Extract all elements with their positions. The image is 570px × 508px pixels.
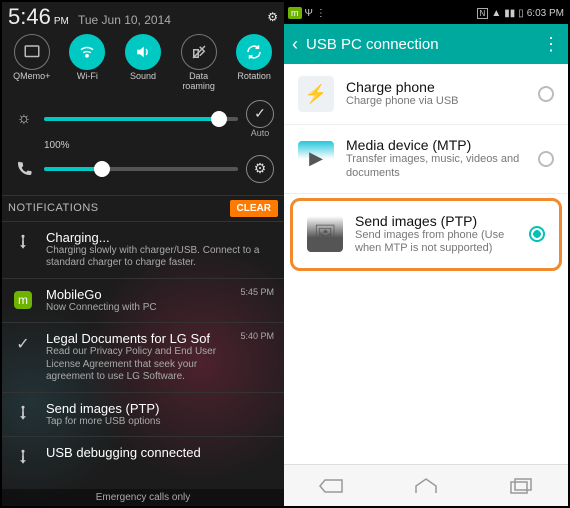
status-icons: ⚙	[267, 10, 278, 24]
radio-icon	[538, 151, 554, 167]
option-media-device[interactable]: ▶ Media device (MTP) Transfer images, mu…	[284, 125, 568, 194]
phone-icon	[12, 157, 36, 181]
nav-back-button[interactable]	[311, 473, 351, 499]
radio-icon	[538, 86, 554, 102]
volume-row: ⚙	[12, 155, 274, 183]
toggle-data-roaming[interactable]: Data roaming	[174, 34, 224, 92]
brightness-slider[interactable]	[44, 117, 238, 121]
status-bar: 5:46 PM Tue Jun 10, 2014 ⚙	[2, 2, 284, 30]
debug-status-icon: ⋮	[316, 8, 326, 19]
nav-home-button[interactable]	[406, 473, 446, 499]
clock-time: 5:46	[8, 4, 51, 29]
toggle-sound[interactable]: Sound	[118, 34, 168, 92]
brightness-icon: ☼	[12, 107, 36, 131]
option-charge-phone[interactable]: ⚡ Charge phone Charge phone via USB	[284, 64, 568, 125]
volume-settings-button[interactable]: ⚙	[246, 155, 274, 183]
clear-button[interactable]: CLEAR	[230, 200, 278, 217]
signal-icon: ▮▮	[504, 8, 515, 19]
overflow-menu-icon[interactable]: ⋮	[542, 34, 560, 55]
usb-connection-screen: m Ψ ⋮ N ▲ ▮▮ ▯ 6:03 PM ‹ USB PC connecti…	[284, 2, 568, 506]
media-icon: ▶	[298, 141, 334, 177]
clock-ampm: PM	[54, 16, 69, 27]
image-icon: 🖼	[307, 216, 343, 252]
nfc-icon: N	[477, 8, 489, 19]
toggle-qmemo[interactable]: QMemo+	[7, 34, 57, 92]
status-time: 6:03 PM	[527, 8, 564, 19]
notification-list: Charging... Charging slowly with charger…	[2, 221, 284, 480]
usb-icon	[10, 401, 36, 427]
auto-brightness-button[interactable]: ✓	[246, 100, 274, 128]
mobilego-status-icon: m	[288, 7, 302, 19]
usb-icon	[10, 445, 36, 471]
brightness-percent: 100%	[44, 140, 72, 151]
toggle-wifi[interactable]: Wi-Fi	[62, 34, 112, 92]
nav-recent-button[interactable]	[501, 473, 541, 499]
usb-status-icon: Ψ	[305, 8, 313, 19]
notification-item[interactable]: ✓ Legal Documents for LG Sof Read our Pr…	[2, 322, 284, 392]
battery-icon: ▯	[518, 8, 524, 19]
brightness-row: ☼ ✓ Auto	[12, 100, 274, 138]
notifications-header: NOTIFICATIONS CLEAR	[2, 195, 284, 221]
check-icon: ✓	[10, 331, 36, 357]
notification-shade: 5:46 PM Tue Jun 10, 2014 ⚙ QMemo+ Wi-Fi …	[2, 2, 284, 506]
mobilego-icon: m	[10, 287, 36, 313]
page-title: USB PC connection	[306, 36, 534, 53]
sliders: ☼ ✓ Auto 100% ⚙	[2, 94, 284, 195]
volume-slider[interactable]	[44, 167, 238, 171]
notification-item[interactable]: Charging... Charging slowly with charger…	[2, 221, 284, 278]
footer-text: Emergency calls only	[2, 489, 284, 506]
clock-area: 5:46 PM Tue Jun 10, 2014	[8, 4, 171, 30]
notification-item[interactable]: m MobileGo Now Connecting with PC 5:45 P…	[2, 278, 284, 323]
status-date: Tue Jun 10, 2014	[78, 13, 171, 27]
notification-item[interactable]: USB debugging connected	[2, 436, 284, 479]
nav-bar	[284, 464, 568, 506]
usb-icon	[10, 230, 36, 256]
header-bar: ‹ USB PC connection ⋮	[284, 24, 568, 64]
notification-item[interactable]: Send images (PTP) Tap for more USB optio…	[2, 392, 284, 437]
status-bar: m Ψ ⋮ N ▲ ▮▮ ▯ 6:03 PM	[284, 2, 568, 24]
settings-icon[interactable]: ⚙	[267, 10, 278, 24]
toggle-rotation[interactable]: Rotation	[229, 34, 279, 92]
charge-icon: ⚡	[298, 76, 334, 112]
wifi-icon: ▲	[491, 8, 501, 19]
quick-toggles: QMemo+ Wi-Fi Sound Data roaming Rotation	[2, 30, 284, 94]
radio-icon	[529, 226, 545, 242]
back-icon[interactable]: ‹	[292, 34, 298, 55]
option-send-images[interactable]: 🖼 Send images (PTP) Send images from pho…	[290, 198, 562, 272]
